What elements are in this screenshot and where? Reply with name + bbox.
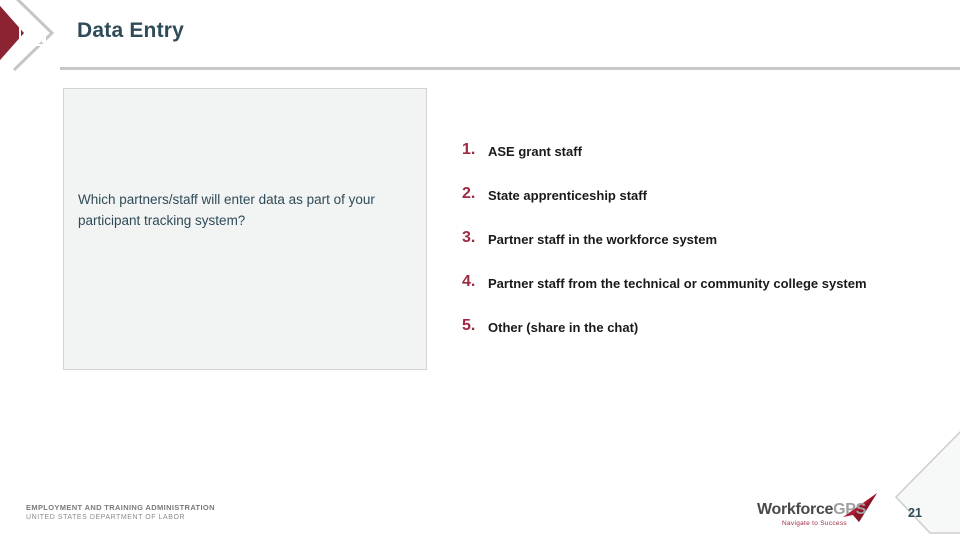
workforcegps-logo: WorkforceGPS Navigate to Success bbox=[757, 493, 877, 537]
bar-chart-icon bbox=[19, 22, 46, 46]
list-item[interactable]: 1. ASE grant staff bbox=[462, 140, 932, 162]
dol-logo-line2: UNITED STATES DEPARTMENT OF LABOR bbox=[26, 514, 186, 521]
list-item-label: Partner staff from the technical or comm… bbox=[488, 276, 867, 291]
dol-logo: EMPLOYMENT AND TRAINING ADMINISTRATION U… bbox=[26, 503, 226, 523]
list-item-number: 2. bbox=[462, 185, 476, 202]
question-text: Which partners/staff will enter data as … bbox=[78, 192, 375, 228]
slide-header: Data Entry bbox=[0, 0, 960, 72]
workforcegps-word-part2: GPS bbox=[833, 501, 867, 518]
workforcegps-tagline: Navigate to Success bbox=[782, 520, 847, 527]
list-item-number: 1. bbox=[462, 141, 476, 158]
list-item[interactable]: 4. Partner staff from the technical or c… bbox=[462, 272, 932, 294]
dol-logo-line1: EMPLOYMENT AND TRAINING ADMINISTRATION bbox=[26, 503, 215, 512]
list-item[interactable]: 5. Other (share in the chat) bbox=[462, 316, 932, 338]
list-item-label: Other (share in the chat) bbox=[488, 320, 639, 335]
answer-options-list: 1. ASE grant staff 2. State apprenticesh… bbox=[462, 140, 932, 360]
list-item[interactable]: 2. State apprenticeship staff bbox=[462, 184, 932, 206]
list-item-number: 5. bbox=[462, 317, 476, 334]
workforcegps-word-part1: Workforce bbox=[757, 501, 834, 518]
page-title: Data Entry bbox=[77, 19, 185, 42]
list-item-label: ASE grant staff bbox=[488, 144, 582, 159]
list-item[interactable]: 3. Partner staff in the workforce system bbox=[462, 228, 932, 250]
slide: Data Entry Which partners/staff will ent… bbox=[0, 0, 960, 540]
header-divider bbox=[60, 67, 960, 70]
question-box: Which partners/staff will enter data as … bbox=[63, 88, 427, 370]
workforcegps-wordmark: WorkforceGPS bbox=[757, 501, 866, 519]
list-item-number: 3. bbox=[462, 229, 476, 246]
list-item-label: State apprenticeship staff bbox=[488, 188, 647, 203]
list-item-number: 4. bbox=[462, 273, 476, 290]
page-number: 21 bbox=[908, 506, 922, 520]
corner-chevron-decoration bbox=[894, 431, 960, 534]
list-item-label: Partner staff in the workforce system bbox=[488, 232, 718, 247]
